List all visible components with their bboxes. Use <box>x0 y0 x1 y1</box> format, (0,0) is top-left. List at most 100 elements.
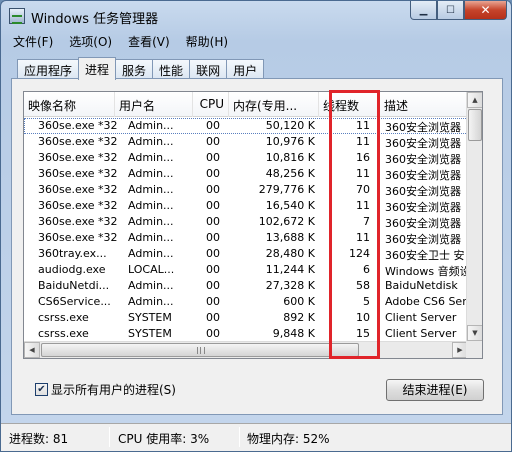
window-controls: ▁ ☐ ✕ <box>410 1 507 21</box>
scroll-left-icon[interactable]: ◀ <box>24 342 40 358</box>
cell-cpu: 00 <box>206 263 220 276</box>
task-manager-window: Windows 任务管理器 ▁ ☐ ✕ 文件(F) 选项(O) 查看(V) 帮助… <box>0 0 512 452</box>
cell-image-name: 360se.exe *32 <box>38 151 118 164</box>
tab-users[interactable]: 用户 <box>226 59 265 79</box>
cell-image-name: 360se.exe *32 <box>38 199 118 212</box>
cell-memory: 279,776 K <box>258 183 315 196</box>
grip-icon <box>197 347 205 354</box>
cell-memory: 48,256 K <box>265 167 315 180</box>
cell-cpu: 00 <box>206 247 220 260</box>
cell-user-name: Admin... <box>128 119 174 132</box>
cell-memory: 16,540 K <box>265 199 315 212</box>
cell-memory: 102,672 K <box>258 215 315 228</box>
scroll-down-icon[interactable]: ▼ <box>467 325 482 341</box>
cell-user-name: Admin... <box>128 231 174 244</box>
column-memory[interactable]: 内存(专用... <box>229 92 319 117</box>
tab-processes[interactable]: 进程 <box>78 57 117 80</box>
show-all-users-checkbox[interactable]: ✔ <box>35 383 48 396</box>
tab-performance[interactable]: 性能 <box>152 59 191 79</box>
cell-cpu: 00 <box>206 231 220 244</box>
process-row[interactable]: 360se.exe *32 Admin... 00 10,976 K 11 360安全浏览… <box>24 134 468 150</box>
cell-description: 360安全浏览器 <box>385 137 461 150</box>
tab-services[interactable]: 服务 <box>115 59 154 79</box>
process-row[interactable]: CS6Service... Admin... 00 600 K 5 Adobe CS6 S… <box>24 294 468 310</box>
process-row[interactable]: BaiduNetdi... Admin... 00 27,328 K 58 BaiduNe… <box>24 278 468 294</box>
tab-networking[interactable]: 联网 <box>189 59 228 79</box>
cell-cpu: 00 <box>206 311 220 324</box>
show-all-users-option[interactable]: ✔ 显示所有用户的进程(S) <box>35 381 176 398</box>
process-row[interactable]: 360se.exe *32 Admin... 00 16,540 K 11 360安全浏览… <box>24 198 468 214</box>
cell-threads: 15 <box>356 327 370 340</box>
cell-threads: 124 <box>349 247 370 260</box>
cell-description: 360安全浏览器 <box>385 217 461 230</box>
cell-cpu: 00 <box>206 295 220 308</box>
status-process-count: 进程数: 81 <box>9 432 69 446</box>
status-divider <box>239 427 240 447</box>
cell-cpu: 00 <box>206 199 220 212</box>
maximize-button[interactable]: ☐ <box>437 1 464 20</box>
cell-user-name: Admin... <box>128 215 174 228</box>
cell-image-name: 360se.exe *32 <box>38 231 118 244</box>
column-cpu[interactable]: CPU <box>193 92 229 117</box>
horizontal-scroll-thumb[interactable] <box>41 343 359 357</box>
cell-cpu: 00 <box>206 327 220 340</box>
end-process-button[interactable]: 结束进程(E) <box>386 379 484 401</box>
status-bar: 进程数: 81 CPU 使用率: 3% 物理内存: 52% <box>1 423 511 451</box>
column-image-name[interactable]: 映像名称 <box>24 92 115 117</box>
cell-cpu: 00 <box>206 151 220 164</box>
cell-description: 360安全浏览器 <box>385 185 461 198</box>
cell-threads: 5 <box>363 295 370 308</box>
process-row[interactable]: 360tray.ex... Admin... 00 28,480 K 124 360安全卫… <box>24 246 468 262</box>
menu-help[interactable]: 帮助(H) <box>178 31 236 51</box>
process-row[interactable]: csrss.exe SYSTEM 00 9,848 K 15 Client Server <box>24 326 468 342</box>
cell-memory: 10,976 K <box>265 135 315 148</box>
menu-view[interactable]: 查看(V) <box>120 31 178 51</box>
process-list-header: 映像名称 用户名 CPU 内存(专用... 线程数 描述 <box>24 92 468 117</box>
task-manager-icon <box>9 8 25 24</box>
title-bar[interactable]: Windows 任务管理器 ▁ ☐ ✕ <box>1 1 511 31</box>
cell-threads: 10 <box>356 311 370 324</box>
process-list[interactable]: 映像名称 用户名 CPU 内存(专用... 线程数 描述 360se.exe *… <box>23 91 483 359</box>
minimize-button[interactable]: ▁ <box>410 1 437 20</box>
tab-strip: 应用程序 进程 服务 性能 联网 用户 <box>17 57 265 80</box>
process-row[interactable]: 360se.exe *32 Admin... 00 13,688 K 11 360安全浏览… <box>24 230 468 246</box>
cell-image-name: 360se.exe *32 <box>38 215 118 228</box>
cell-description: 360安全浏览器 <box>385 233 461 246</box>
cell-user-name: SYSTEM <box>128 327 172 340</box>
status-divider <box>109 427 110 447</box>
column-threads[interactable]: 线程数 <box>319 92 380 117</box>
vertical-scroll-thumb[interactable] <box>468 109 482 141</box>
cell-memory: 9,848 K <box>272 327 315 340</box>
horizontal-scrollbar[interactable]: ◀ ▶ <box>24 341 468 358</box>
process-row[interactable]: audiodg.exe LOCAL... 00 11,244 K 6 Windows 音频… <box>24 262 468 278</box>
cell-description: Client Server <box>385 311 457 324</box>
process-row[interactable]: 360se.exe *32 Admin... 00 102,672 K 7 360安全浏览… <box>24 214 468 230</box>
process-row[interactable]: csrss.exe SYSTEM 00 892 K 10 Client Server <box>24 310 468 326</box>
menu-options[interactable]: 选项(O) <box>61 31 120 51</box>
cell-image-name: audiodg.exe <box>38 263 106 276</box>
cell-image-name: csrss.exe <box>38 327 89 340</box>
process-row[interactable]: 360se.exe *32 Admin... 00 10,816 K 16 360安全浏览… <box>24 150 468 166</box>
cell-image-name: 360se.exe *32 <box>38 167 118 180</box>
cell-memory: 27,328 K <box>265 279 315 292</box>
cell-threads: 11 <box>356 199 370 212</box>
menu-file[interactable]: 文件(F) <box>5 31 61 51</box>
vertical-scrollbar[interactable]: ▲ ▼ <box>466 92 482 341</box>
cell-description: Adobe CS6 Serv <box>385 295 468 308</box>
cell-image-name: csrss.exe <box>38 311 89 324</box>
scroll-corner <box>466 341 482 358</box>
cell-cpu: 00 <box>206 135 220 148</box>
tab-applications[interactable]: 应用程序 <box>17 59 80 79</box>
cell-threads: 7 <box>363 215 370 228</box>
column-description[interactable]: 描述 <box>380 92 468 117</box>
close-button[interactable]: ✕ <box>464 1 507 20</box>
process-row[interactable]: 360se.exe *32 Admin... 00 48,256 K 11 360安全浏览… <box>24 166 468 182</box>
process-row[interactable]: 360se.exe *32 Admin... 00 50,120 K 11 360安全浏览… <box>24 118 468 134</box>
process-row[interactable]: 360se.exe *32 Admin... 00 279,776 K 70 360安全浏… <box>24 182 468 198</box>
cell-user-name: Admin... <box>128 151 174 164</box>
cell-threads: 11 <box>356 167 370 180</box>
cell-user-name: Admin... <box>128 199 174 212</box>
scroll-up-icon[interactable]: ▲ <box>467 92 482 108</box>
cell-description: 360安全浏览器 <box>385 169 461 182</box>
column-user-name[interactable]: 用户名 <box>115 92 193 117</box>
